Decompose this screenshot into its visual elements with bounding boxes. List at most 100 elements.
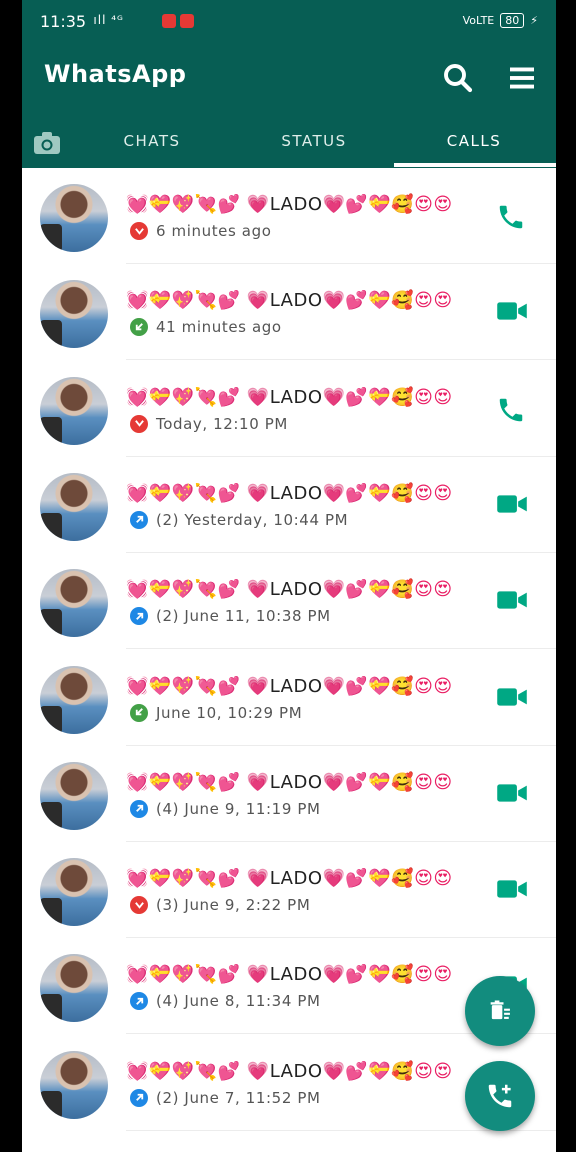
contact-name-prefix: 💓💝💖💘💕 💗 [126,290,270,312]
call-log-row[interactable]: 💓💝💖💘💕 💗LADO💗💕💝🥰😍😍 June 10, 10:29 PM [22,650,556,746]
video-call-button[interactable] [496,587,530,617]
contact-name-prefix: 💓💝💖💘💕 💗 [126,579,270,601]
avatar[interactable] [40,184,108,252]
contact-name: 💓💝💖💘💕 💗LADO💗💕💝🥰😍😍 [126,387,453,408]
call-time: (2) Yesterday, 10:44 PM [156,510,349,529]
app-bar: WhatsApp CHATS STATUS CALLS [22,42,556,168]
call-meta: (3) June 9, 2:22 PM [130,896,311,915]
contact-name: 💓💝💖💘💕 💗LADO💗💕💝🥰😍😍 [126,1061,453,1082]
contact-name-suffix: 💗💕💝🥰😍😍 [322,964,453,986]
avatar[interactable] [40,280,108,349]
call-time: June 10, 10:29 PM [156,703,303,722]
video-camera-icon [497,302,527,320]
call-time: (3) June 9, 2:22 PM [156,896,311,915]
whatsapp-screen: 11:35 ıll ⁴ᴳ VoLTE 80 ⚡ WhatsApp CHATS S… [22,0,556,1152]
call-meta: Today, 12:10 PM [130,414,288,433]
video-call-button[interactable] [496,491,530,521]
avatar[interactable] [40,1050,108,1119]
contact-name-text: LADO [269,579,323,601]
call-missed-icon [130,222,148,240]
contact-name-prefix: 💓💝💖💘💕 💗 [126,482,270,504]
video-camera-icon [497,591,527,609]
clear-call-log-button[interactable] [465,976,535,1046]
contact-name-prefix: 💓💝💖💘💕 💗 [126,964,270,986]
tab-chats[interactable]: CHATS [92,132,212,150]
voice-call-button[interactable] [496,202,530,232]
call-meta: (4) June 8, 11:34 PM [130,992,321,1011]
call-outgoing-icon [130,992,148,1011]
tab-calls[interactable]: CALLS [414,132,534,150]
call-time: Today, 12:10 PM [156,414,288,433]
call-outgoing-icon [130,799,148,818]
call-log-row[interactable]: 💓💝💖💘💕 💗LADO💗💕💝🥰😍😍 41 minutes ago [22,264,556,361]
contact-name-text: LADO [269,194,323,215]
menu-button[interactable] [504,60,540,96]
video-camera-icon [497,880,527,898]
call-log-row[interactable]: 💓💝💖💘💕 💗LADO💗💕💝🥰😍😍 (3) June 9, 2:22 PM [22,842,556,939]
contact-name-suffix: 💗💕💝🥰😍😍 [322,579,453,601]
signal-indicator: ıll ⁴ᴳ [90,13,124,27]
avatar[interactable] [40,376,108,445]
camera-tab[interactable] [32,130,62,156]
call-missed-icon [130,896,148,915]
call-outgoing-icon [130,1088,148,1107]
contact-name-prefix: 💓💝💖💘💕 💗 [126,675,270,697]
contact-name-prefix: 💓💝💖💘💕 💗 [126,386,270,408]
app-title: WhatsApp [44,60,187,88]
call-outgoing-icon [130,607,148,626]
contact-name-text: LADO [269,1060,323,1082]
avatar[interactable] [40,954,108,1023]
video-call-button[interactable] [496,876,530,906]
avatar[interactable] [40,761,108,830]
call-meta: (2) June 11, 10:38 PM [130,607,331,626]
status-right: VoLTE 80 ⚡ [463,13,538,28]
call-incoming-icon [130,703,148,722]
call-log-row[interactable]: 💓💝💖💘💕 💗LADO💗💕💝🥰😍😍 (2) June 11, 10:38 PM [22,553,556,650]
call-time: (4) June 9, 11:19 PM [156,799,321,818]
contact-name: 💓💝💖💘💕 💗LADO💗💕💝🥰😍😍 [126,772,453,793]
call-meta: June 10, 10:29 PM [130,703,303,722]
contact-name-text: LADO [269,868,323,890]
new-call-button[interactable] [465,1061,535,1131]
contact-name: 💓💝💖💘💕 💗LADO💗💕💝🥰😍😍 [126,483,453,504]
notification-icons [162,14,194,28]
charging-icon: ⚡ [530,14,538,27]
contact-name-suffix: 💗💕💝🥰😍😍 [322,386,453,408]
call-log-row[interactable]: 💓💝💖💘💕 💗LADO💗💕💝🥰😍😍 (4) June 9, 11:19 PM [22,746,556,842]
video-camera-icon [497,687,527,706]
search-icon [444,64,473,93]
add-call-icon [488,1084,512,1108]
contact-name: 💓💝💖💘💕 💗LADO💗💕💝🥰😍😍 [126,579,453,600]
call-log-row[interactable]: 💓💝💖💘💕 💗LADO💗💕💝🥰😍😍 6 minutes ago [22,168,556,264]
call-log-row[interactable]: 💓💝💖💘💕 💗LADO💗💕💝🥰😍😍 Today, 12:10 PM [22,361,556,457]
call-outgoing-icon [130,510,148,529]
contact-name: 💓💝💖💘💕 💗LADO💗💕💝🥰😍😍 [126,868,453,889]
contact-name-suffix: 💗💕💝🥰😍😍 [322,1060,453,1082]
contact-name-suffix: 💗💕💝🥰😍😍 [322,771,453,793]
call-time: 41 minutes ago [156,318,282,337]
music-notification-icon [162,14,176,28]
battery-indicator: 80 [500,13,525,28]
contact-name-prefix: 💓💝💖💘💕 💗 [126,771,270,793]
video-camera-icon [497,495,527,513]
contact-name-text: LADO [269,482,323,504]
tab-status[interactable]: STATUS [254,132,374,150]
call-meta: (2) Yesterday, 10:44 PM [130,510,349,529]
avatar[interactable] [40,472,108,541]
contact-name-suffix: 💗💕💝🥰😍😍 [322,482,453,504]
video-call-button[interactable] [496,298,530,328]
search-button[interactable] [440,60,476,96]
call-log-row[interactable]: 💓💝💖💘💕 💗LADO💗💕💝🥰😍😍 (2) Yesterday, 10:44 PM [22,457,556,553]
call-meta: 6 minutes ago [130,222,272,240]
contact-name-suffix: 💗💕💝🥰😍😍 [322,675,453,697]
avatar[interactable] [40,858,108,927]
avatar[interactable] [40,665,108,734]
contact-name: 💓💝💖💘💕 💗LADO💗💕💝🥰😍😍 [126,964,453,985]
video-call-button[interactable] [496,780,530,810]
contact-name-prefix: 💓💝💖💘💕 💗 [126,868,270,890]
contact-name-text: LADO [269,964,323,986]
volte-indicator: VoLTE [462,14,495,27]
avatar[interactable] [40,569,108,638]
voice-call-button[interactable] [496,395,530,425]
video-call-button[interactable] [496,684,530,714]
